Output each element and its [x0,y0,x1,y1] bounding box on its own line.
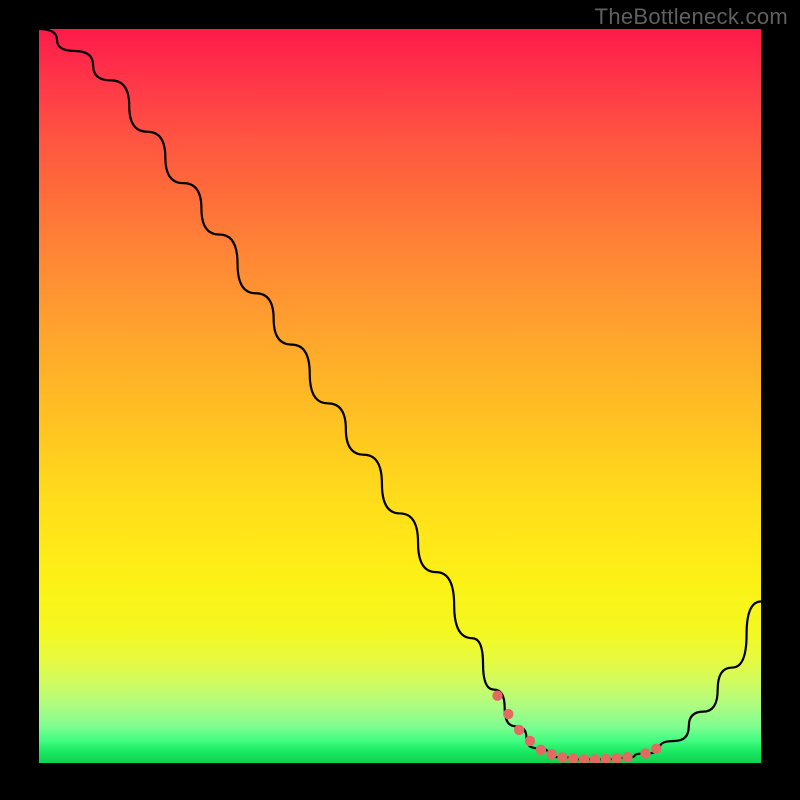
chart-container: TheBottleneck.com [0,0,800,800]
bottleneck-curve [39,29,761,759]
highlight-dot [579,754,589,763]
highlight-dots [492,691,661,763]
highlight-dot [611,753,621,763]
curve-svg [39,29,761,763]
watermark-text: TheBottleneck.com [595,4,788,30]
highlight-dot [640,748,650,758]
highlight-dot [568,753,578,763]
highlight-dot [514,725,524,735]
highlight-dot [536,745,546,755]
highlight-dot [601,754,611,763]
highlight-dot [525,736,535,746]
plot-area [39,29,761,763]
highlight-dot [546,749,556,759]
highlight-dot [557,752,567,762]
highlight-dot [622,752,632,762]
highlight-dot [590,754,600,763]
highlight-dot [651,744,661,754]
highlight-dot [503,709,513,719]
highlight-dot [492,691,502,701]
